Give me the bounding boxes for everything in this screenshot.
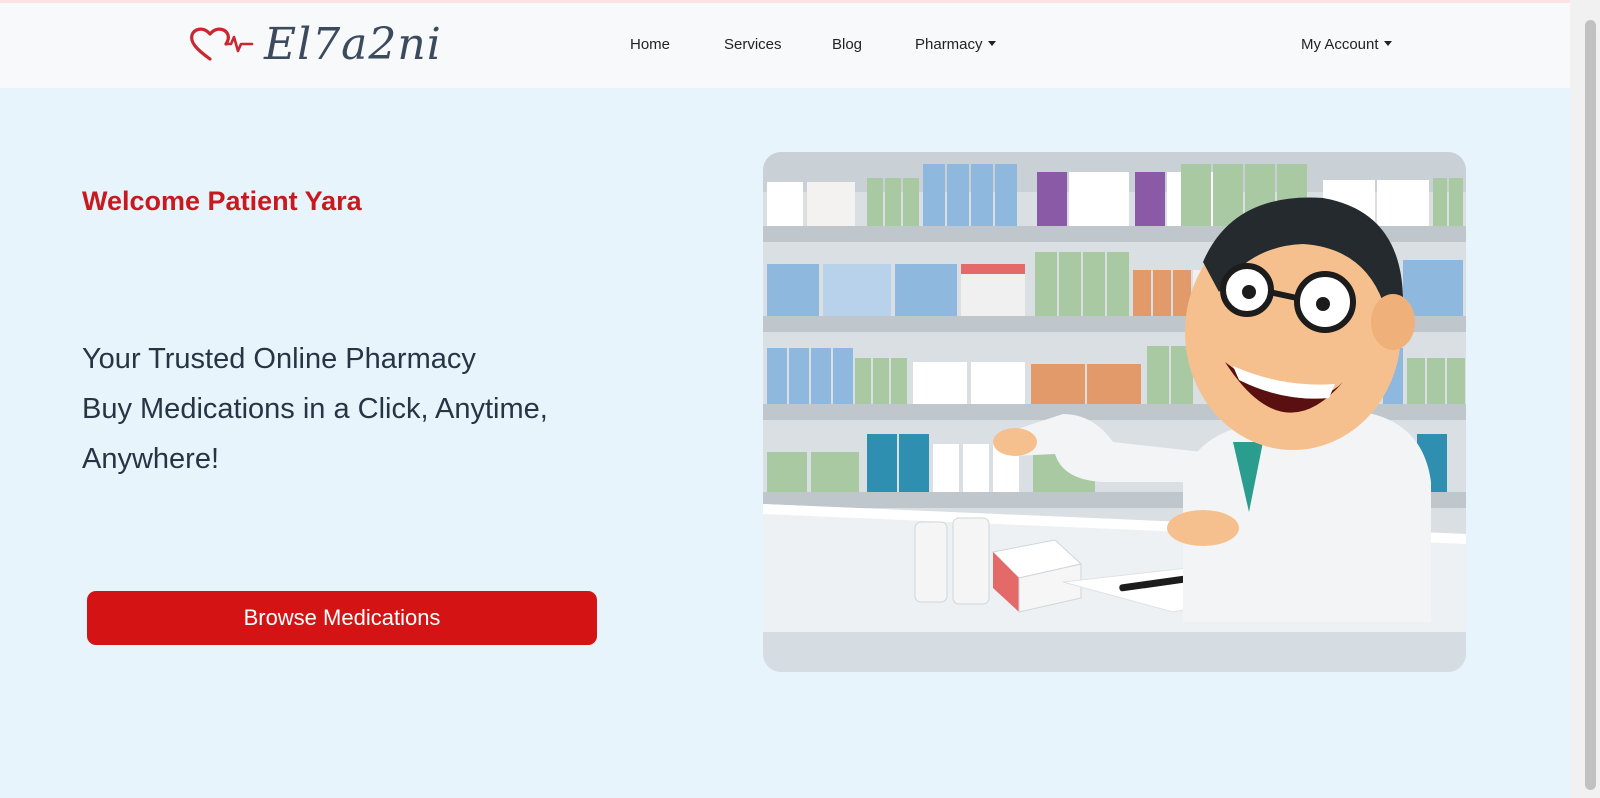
nav-home-link[interactable]: Home: [630, 36, 670, 53]
heart-pulse-icon: [190, 27, 254, 61]
scrollbar-thumb[interactable]: [1585, 20, 1596, 790]
tagline-line: Your Trusted Online Pharmacy: [82, 343, 476, 375]
nav-account-dropdown[interactable]: My Account: [1301, 36, 1392, 53]
browse-medications-button[interactable]: Browse Medications: [87, 591, 597, 645]
navbar: El7a2ni Home Services Blog Pharmacy My A…: [0, 3, 1570, 88]
tagline-line: Buy Medications in a Click, Anytime,: [82, 393, 548, 425]
welcome-heading: Welcome Patient Yara: [82, 186, 362, 216]
nav-services-link[interactable]: Services: [724, 36, 782, 53]
nav-pharmacy-dropdown[interactable]: Pharmacy: [915, 36, 996, 53]
logo[interactable]: El7a2ni: [188, 15, 442, 75]
caret-down-icon: [987, 41, 996, 46]
nav-blog-link[interactable]: Blog: [832, 36, 862, 53]
pharmacist-illustration: [763, 152, 1466, 672]
tagline-line: Anywhere!: [82, 443, 220, 475]
nav-pharmacy-label: Pharmacy: [915, 36, 983, 53]
caret-down-icon: [1383, 41, 1392, 46]
brand-name: El7a2ni: [264, 19, 442, 70]
nav-account-label: My Account: [1301, 36, 1379, 53]
hero-tagline: Your Trusted Online Pharmacy Buy Medicat…: [82, 334, 548, 484]
